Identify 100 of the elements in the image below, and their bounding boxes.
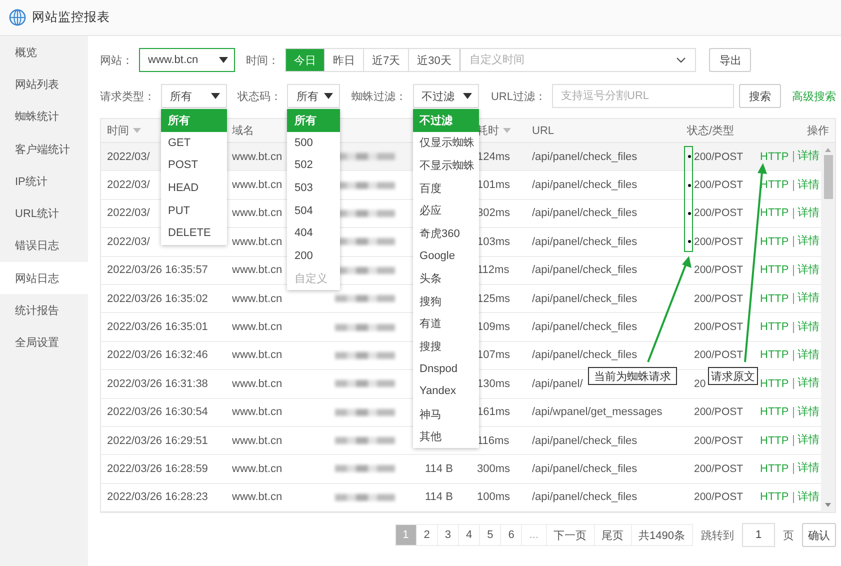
sidebar-item[interactable]: 概览	[0, 36, 88, 68]
search-button[interactable]: 搜索	[739, 84, 782, 108]
confirm-button[interactable]: 确认	[802, 523, 836, 548]
dropdown-option[interactable]: 500	[287, 132, 340, 154]
dropdown-option[interactable]: 不显示蜘蛛	[412, 154, 479, 177]
filter-label: 请求类型：	[100, 90, 155, 104]
sidebar-item[interactable]: 网站列表	[0, 68, 88, 101]
sidebar-item[interactable]: 错误日志	[0, 230, 88, 262]
url-cell: /api/panel/check_files	[532, 264, 638, 276]
globe-icon	[9, 9, 26, 26]
time-cell: 2022/03/	[107, 179, 150, 192]
dropdown-option[interactable]: 头条	[412, 267, 479, 290]
time-cell: 2022/03/26 16:31:38	[107, 378, 208, 390]
status-cell: 200/POST	[694, 236, 744, 248]
time-label: 时间：	[246, 54, 279, 68]
sort-icon[interactable]	[503, 128, 511, 133]
page-link[interactable]: 5	[479, 524, 502, 546]
dropdown-option[interactable]: 502	[287, 154, 340, 177]
dropdown-option[interactable]: HEAD	[161, 176, 228, 200]
dropdown-select[interactable]: www.bt.cn	[139, 48, 235, 72]
latency-cell: 116ms	[477, 434, 510, 447]
url-cell: /api/panel/check_files	[532, 349, 638, 362]
dropdown-option[interactable]: 神马	[412, 402, 479, 426]
dropdown-option[interactable]: 504	[287, 199, 340, 222]
sidebar-item[interactable]: URL统计	[0, 197, 88, 230]
status-cell: 200/POST	[694, 349, 744, 362]
sidebar-item[interactable]: 全局设置	[0, 326, 88, 359]
size-cell-text: 114 B	[424, 491, 453, 504]
dropdown-option[interactable]: 奇虎360	[412, 222, 479, 245]
time-cell: 2022/03/26 16:28:23	[107, 491, 208, 504]
dropdown-option[interactable]: PUT	[161, 199, 228, 222]
url-cell: /api/panel/check_files	[532, 236, 638, 248]
page-input[interactable]: 1	[742, 523, 775, 548]
time-cell: 2022/03/26 16:29:51	[107, 434, 208, 447]
time-cell: 2022/03/26 16:35:01	[107, 321, 208, 334]
domain-cell: www.bt.cn	[232, 406, 282, 418]
dropdown-option[interactable]: 503	[287, 176, 340, 200]
latency-cell: 161ms	[477, 406, 510, 418]
dropdown-option[interactable]: 搜狗	[412, 290, 479, 312]
dropdown-option[interactable]: Google	[412, 244, 479, 268]
domain-cell: www.bt.cn	[232, 462, 282, 475]
page-link[interactable]: 2	[416, 524, 438, 546]
dropdown-option[interactable]: 200	[287, 244, 340, 268]
status-cell: 20	[694, 378, 706, 390]
dropdown-option[interactable]: 仅显示蜘蛛	[412, 132, 479, 154]
url-cell: /api/panel/check_files	[532, 292, 638, 305]
url-cell: /api/panel/check_files	[532, 434, 638, 447]
url-filter-field[interactable]: 支持逗号分割URL	[552, 84, 734, 108]
page-link[interactable]: 4	[458, 524, 480, 546]
latency-cell: 130ms	[477, 378, 510, 390]
sidebar-item[interactable]: 网站日志	[0, 262, 88, 294]
filter-label: URL过滤：	[490, 90, 546, 104]
domain-cell: www.bt.cn	[232, 179, 282, 192]
dropdown-option[interactable]: 404	[287, 222, 340, 245]
dropdown-option[interactable]: Yandex	[412, 380, 479, 403]
url-cell: /api/panel/check_files	[532, 321, 638, 334]
blurred-text	[335, 324, 395, 331]
status-cell: 200/POST	[694, 434, 744, 447]
sidebar-item[interactable]: IP统计	[0, 165, 88, 198]
sort-icon[interactable]	[133, 128, 141, 133]
dropdown-option[interactable]: Dnspod	[412, 358, 479, 380]
status-cell: 200/POST	[694, 292, 744, 305]
dropdown-option[interactable]: 搜搜	[412, 334, 479, 358]
dropdown-option[interactable]: 必应	[412, 199, 479, 222]
time-cell: 2022/03/26 16:28:59	[107, 462, 208, 475]
dropdown-option[interactable]: GET	[161, 132, 228, 154]
latency-cell: 107ms	[477, 349, 510, 362]
domain-cell: www.bt.cn	[232, 236, 282, 248]
dropdown-option[interactable]: DELETE	[161, 222, 228, 245]
blurred-text	[335, 295, 395, 302]
dropdown-option[interactable]: 其他	[412, 425, 479, 448]
status-cell: 200/POST	[694, 406, 744, 418]
status-cell: 200/POST	[694, 321, 744, 334]
domain-cell: www.bt.cn	[232, 150, 282, 163]
sidebar-item[interactable]: 统计报告	[0, 294, 88, 327]
export-button[interactable]: 导出	[709, 48, 752, 72]
column-header: URL	[532, 124, 554, 136]
dropdown-option[interactable]: 有道	[412, 312, 479, 335]
status-cell: 200/POST	[694, 491, 744, 504]
domain-cell: www.bt.cn	[232, 434, 282, 447]
url-cell: /api/panel/check_files	[532, 462, 638, 475]
latency-cell: 112ms	[477, 264, 510, 276]
dropdown-option[interactable]: 百度	[412, 176, 479, 200]
total-count[interactable]: 共1490条	[630, 524, 693, 546]
sidebar-item[interactable]: 蜘蛛统计	[0, 100, 88, 133]
domain-cell: www.bt.cn	[232, 264, 282, 276]
caret-icon	[324, 93, 333, 99]
blurred-text	[335, 352, 395, 359]
latency-cell: 101ms	[477, 179, 510, 192]
next-page-link[interactable]: 下一页	[546, 524, 595, 546]
page-link[interactable]: 6	[500, 524, 522, 546]
page-link[interactable]: 3	[436, 524, 459, 546]
date-range-field[interactable]: 自定义时间	[460, 48, 696, 72]
sidebar-item[interactable]: 客户端统计	[0, 132, 88, 166]
time-cell: 2022/03/26 16:35:57	[107, 264, 208, 276]
jump-label: 跳转到	[701, 528, 734, 543]
size-cell-text: 114 B	[424, 462, 453, 475]
scrollbar[interactable]	[821, 143, 835, 512]
last-page-link[interactable]: 尾页	[594, 524, 632, 546]
dropdown-option[interactable]: POST	[161, 154, 228, 177]
